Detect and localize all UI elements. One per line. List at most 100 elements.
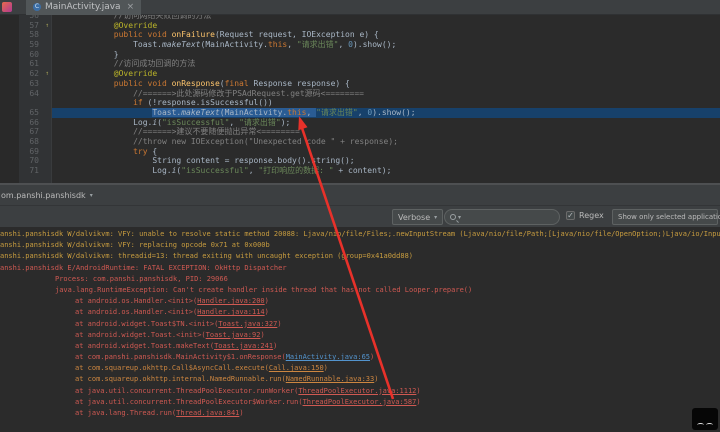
log-filter-label: Show only selected application <box>618 213 720 221</box>
code-text: } <box>56 49 119 59</box>
log-level-label: Verbose <box>398 212 431 222</box>
watermark <box>692 408 718 430</box>
process-selector[interactable]: om.panshi.panshisdk ▾ <box>0 191 93 200</box>
code-line: 70 String content = response.body().stri… <box>0 156 720 166</box>
stack-trace-link[interactable]: Handler.java:200 <box>197 297 264 305</box>
log-line: at com.squareup.okhttp.Call$AsyncCall.ex… <box>75 364 328 373</box>
log-line: java.lang.RuntimeException: Can't create… <box>55 285 473 294</box>
code-line: 65 Toast.makeText(MainActivity.this, "请求… <box>0 107 720 118</box>
log-line: at com.panshi.panshisdk.MainActivity$1.o… <box>75 353 375 362</box>
line-number[interactable]: 70 <box>0 156 52 166</box>
chevron-down-icon: ▾ <box>89 191 93 199</box>
logcat-search-input[interactable] <box>463 212 554 222</box>
watermark-glyph <box>706 423 713 427</box>
log-line: Process: com.panshi.panshisdk, PID: 2906… <box>55 274 228 283</box>
stack-trace-link[interactable]: NamedRunnable.java:33 <box>286 375 375 383</box>
code-line: 57 ↑ @Override <box>0 21 720 31</box>
log-line: anshi.panshisdk W/dalvikvm: VFY: unable … <box>0 230 720 238</box>
line-number[interactable] <box>0 98 52 108</box>
code-line: 59 Toast.makeText(MainActivity.this, "请求… <box>0 40 720 50</box>
code-line: 58 public void onFailure(Request request… <box>0 30 720 40</box>
code-text: @Override <box>113 20 158 30</box>
code-text: Log.i("isSuccessful", "请求出错"); <box>56 117 291 127</box>
code-line: 61 //访问成功回调的方法 <box>0 59 720 69</box>
logcat-toolbar: Verbose ▾ ▾ ✓ Regex Show only selected a… <box>0 205 720 227</box>
code-line: 69 try { <box>0 147 720 157</box>
override-marker-icon[interactable]: ↑ <box>45 22 49 29</box>
override-marker-icon[interactable]: ↑ <box>45 70 49 77</box>
log-level-dropdown[interactable]: Verbose ▾ <box>392 209 444 225</box>
code-text: public void onFailure(Request request, I… <box>113 30 379 40</box>
line-number[interactable]: 65 <box>0 108 52 118</box>
search-icon <box>450 214 456 220</box>
code-rows: 56 //访问网络失败回调的方法 57 ↑ @Override 58 public v… <box>0 15 720 176</box>
line-number[interactable]: 62 ↑ <box>0 69 52 79</box>
log-filter-dropdown[interactable]: Show only selected application ▾ <box>612 209 720 225</box>
stack-trace-link[interactable]: Toast.java:92 <box>206 331 261 339</box>
tab-close-icon[interactable]: × <box>127 2 135 12</box>
line-number[interactable]: 60 <box>0 50 52 60</box>
stack-trace-link[interactable]: ThreadPoolExecutor.java:587 <box>303 398 417 406</box>
regex-label: Regex <box>579 211 604 220</box>
code-text: public void onResponse(final Response re… <box>113 78 350 88</box>
stack-trace-link[interactable]: ThreadPoolExecutor.java:1112 <box>298 387 416 395</box>
code-line: 66 Log.i("isSuccessful", "请求出错"); <box>0 118 720 128</box>
line-number[interactable]: 57 ↑ <box>0 21 52 31</box>
code-line: 63 public void onResponse(final Response… <box>0 79 720 89</box>
process-selector-label: om.panshi.panshisdk <box>1 190 86 200</box>
logcat-output: anshi.panshisdk W/dalvikvm: VFY: unable … <box>0 227 720 432</box>
log-line: at java.util.concurrent.ThreadPoolExecut… <box>75 397 421 406</box>
regex-checkbox[interactable]: ✓ <box>566 211 575 220</box>
code-line: 62 ↑ @Override <box>0 69 720 79</box>
code-text: //访问成功回调的方法 <box>56 59 196 69</box>
logcat-search-box[interactable]: ▾ <box>444 209 560 225</box>
log-line: at android.os.Handler.<init>(Handler.jav… <box>75 308 269 317</box>
watermark-glyph <box>697 423 704 427</box>
chevron-down-icon: ▾ <box>434 213 438 221</box>
chevron-down-icon: ▾ <box>458 213 462 221</box>
tab-title: MainActivity.java <box>45 2 121 12</box>
log-line: at android.widget.Toast.<init>(Toast.jav… <box>75 330 265 339</box>
stack-trace-link[interactable]: Toast.java:241 <box>214 342 273 350</box>
code-text: Toast.makeText(MainActivity.this, "请求出错"… <box>56 40 397 50</box>
tab-mainactivity[interactable]: C MainActivity.java × <box>26 0 142 15</box>
code-text: Log.i("isSuccessful", "打印响应的数据: " + cont… <box>56 166 392 175</box>
line-number[interactable]: 59 <box>0 40 52 50</box>
code-text: //throw new IOException("Unexpected code… <box>56 136 398 146</box>
code-text: Toast.makeText(MainActivity.this, "请求出错"… <box>52 107 720 118</box>
code-line: 60 } <box>0 50 720 60</box>
log-line: at android.os.Handler.<init>(Handler.jav… <box>75 297 269 306</box>
app-icon <box>2 2 12 12</box>
line-number[interactable]: 68 <box>0 137 52 147</box>
line-number[interactable]: 63 <box>0 79 52 89</box>
stack-trace-link[interactable]: Toast.java:327 <box>218 320 277 328</box>
log-line: at java.util.concurrent.ThreadPoolExecut… <box>75 386 421 395</box>
log-line: anshi.panshisdk W/dalvikvm: VFY: replaci… <box>0 241 270 250</box>
java-class-icon: C <box>33 3 41 11</box>
code-line: 64 //======>此处源码修改于PSAdRequest.get源码<===… <box>0 89 720 99</box>
code-line: 68 //throw new IOException("Unexpected c… <box>0 137 720 147</box>
code-line: 71 Log.i("isSuccessful", "打印响应的数据: " + c… <box>0 166 720 176</box>
stack-trace-link[interactable]: Call.java:150 <box>269 364 324 372</box>
code-text: //======>建议不要随便抛出异常<======== <box>56 127 300 137</box>
editor-tab-bar: C MainActivity.java × <box>0 0 720 15</box>
line-number[interactable]: 71 <box>0 166 52 176</box>
line-number[interactable]: 69 <box>0 147 52 157</box>
line-number[interactable]: 58 <box>0 30 52 40</box>
line-number[interactable]: 67 <box>0 127 52 137</box>
logcat-header: om.panshi.panshisdk ▾ <box>0 183 720 205</box>
stack-trace-link[interactable]: MainActivity.java:65 <box>286 353 370 361</box>
line-number[interactable]: 66 <box>0 118 52 128</box>
log-line: at android.widget.Toast$TN.<init>(Toast.… <box>75 319 282 328</box>
regex-option: ✓ Regex <box>566 211 604 220</box>
line-number[interactable]: 61 <box>0 59 52 69</box>
log-line: at java.lang.Thread.run(Thread.java:841) <box>75 409 244 417</box>
stack-trace-link[interactable]: Handler.java:114 <box>197 308 264 316</box>
code-text: //======>此处源码修改于PSAdRequest.get源码<======… <box>56 88 365 98</box>
code-text: @Override <box>113 69 158 79</box>
stack-trace-link[interactable]: Thread.java:841 <box>176 409 239 417</box>
line-number[interactable]: 64 <box>0 89 52 99</box>
code-line: 67 //======>建议不要随便抛出异常<======== <box>0 127 720 137</box>
code-text: try { <box>133 146 158 156</box>
log-line: anshi.panshisdk W/dalvikvm: threadid=13:… <box>0 252 414 261</box>
